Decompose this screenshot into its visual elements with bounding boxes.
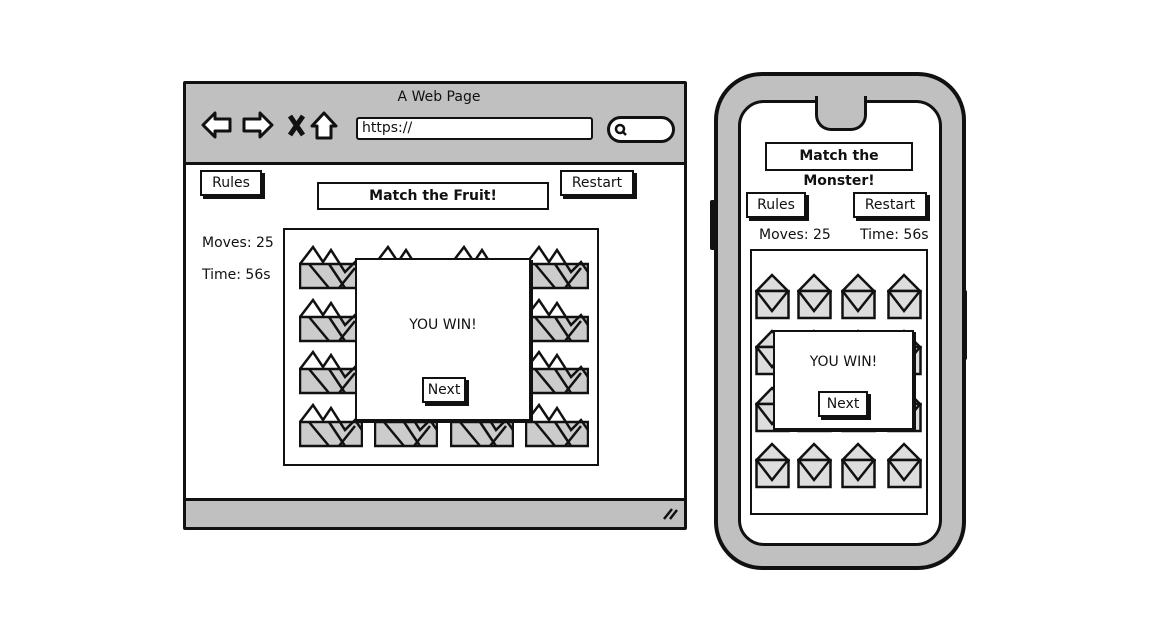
envelope-card[interactable] [797, 442, 832, 489]
phone-win-message: YOU WIN! [809, 354, 878, 370]
image-card[interactable] [299, 244, 363, 290]
phone-game-title: Match the Monster! [765, 142, 913, 189]
envelope-card[interactable] [755, 273, 790, 320]
phone-notch [815, 96, 867, 131]
envelope-card[interactable] [841, 442, 876, 489]
stop-icon[interactable] [287, 114, 306, 137]
forward-icon[interactable] [242, 111, 274, 139]
image-card[interactable] [299, 297, 363, 343]
browser-toolbar: A Web Page https:// [186, 84, 684, 165]
power-button [962, 290, 967, 360]
search-input[interactable] [607, 116, 675, 143]
image-card[interactable] [525, 402, 589, 448]
restart-button[interactable]: Restart [560, 170, 634, 196]
phone-rules-button[interactable]: Rules [746, 192, 806, 218]
envelope-card[interactable] [755, 442, 790, 489]
image-card[interactable] [299, 402, 363, 448]
home-icon[interactable] [310, 111, 338, 140]
next-button[interactable]: Next [422, 377, 466, 403]
win-modal: YOU WIN! Next [355, 258, 531, 421]
win-message: YOU WIN! [409, 317, 477, 333]
envelope-card[interactable] [887, 442, 922, 489]
back-icon[interactable] [201, 111, 232, 139]
envelope-card[interactable] [841, 273, 876, 320]
phone-timer: Time: 56s [860, 227, 929, 243]
resize-grip-icon[interactable] [662, 506, 678, 520]
window-title: A Web Page [397, 89, 481, 105]
volume-button [710, 200, 715, 250]
moves-counter: Moves: 25 [202, 235, 274, 251]
image-card[interactable] [299, 349, 363, 395]
phone-next-button[interactable]: Next [818, 391, 868, 417]
url-input[interactable]: https:// [356, 117, 593, 140]
browser-statusbar [186, 498, 684, 527]
timer: Time: 56s [202, 267, 271, 283]
envelope-card[interactable] [797, 273, 832, 320]
image-card[interactable] [525, 297, 589, 343]
envelope-card[interactable] [887, 273, 922, 320]
rules-button[interactable]: Rules [200, 170, 262, 196]
nav-icons [201, 111, 338, 140]
game-title: Match the Fruit! [317, 182, 549, 210]
phone-restart-button[interactable]: Restart [853, 192, 927, 218]
image-card[interactable] [525, 349, 589, 395]
search-icon [614, 123, 627, 136]
phone-moves-counter: Moves: 25 [759, 227, 831, 243]
image-card[interactable] [525, 244, 589, 290]
phone-win-modal: YOU WIN! Next [773, 330, 914, 430]
